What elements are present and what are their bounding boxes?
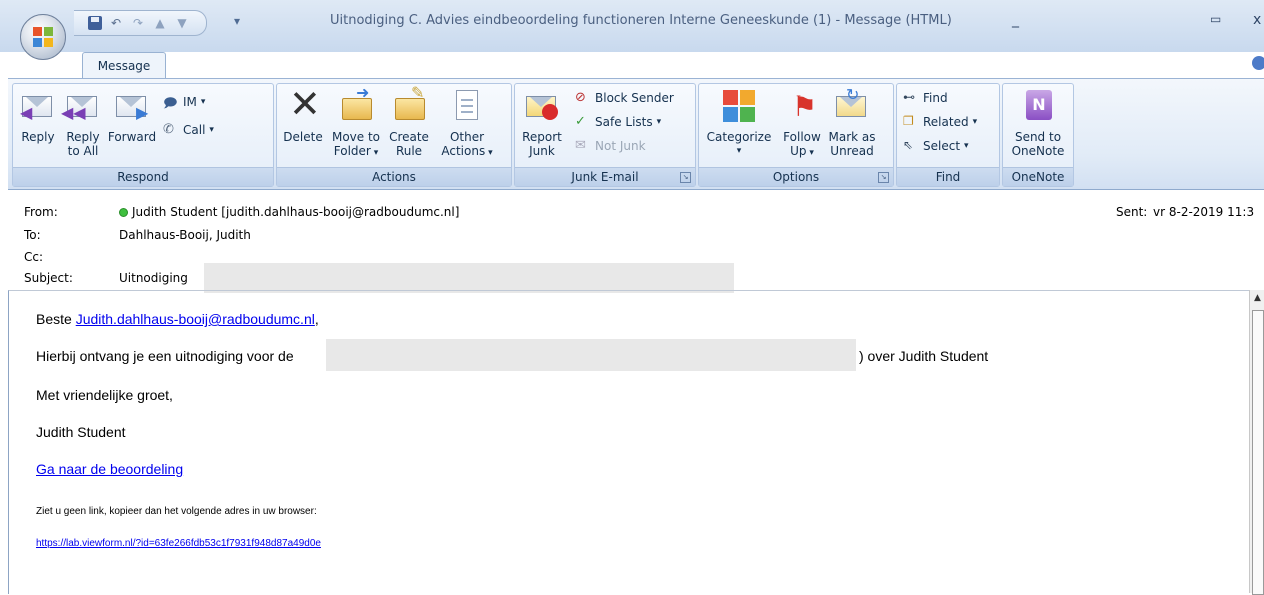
cc-label: Cc: [24,250,44,264]
subject-label: Subject: [24,271,73,285]
save-icon[interactable] [88,16,102,30]
reply-button[interactable]: ◀ Reply [17,90,59,144]
not-junk-icon: ✉ [575,138,586,153]
follow-up-button[interactable]: ⚑ Follow Up ▾ [779,90,825,160]
block-sender-icon: ⊘ [575,90,586,105]
forward-button[interactable]: ▶ Forward [107,90,157,144]
invitation-line-start: Hierbij ontvang je een uitnodiging voor … [36,348,294,364]
flag-icon: ⚑ [792,90,818,123]
report-junk-button[interactable]: Report Junk [519,90,565,158]
group-onenote: N Send to OneNote OneNote [1002,83,1074,187]
to-label: To: [24,228,41,242]
customize-qat-icon[interactable]: ▾ [234,14,240,28]
select-button[interactable]: ⇖ Select ▾ [903,138,969,154]
binoculars-icon: ⊷ [903,90,915,104]
group-respond: ◀ Reply ◀◀ Reply to All ▶ Forward 🗩 IM ▾ … [12,83,274,187]
sent-label: Sent: [1116,205,1148,219]
undo-icon[interactable]: ↶ [108,16,124,30]
group-label-find: Find [897,167,999,186]
redacted-block [326,339,856,371]
group-find: ⊷ Find ❐ Related ▾ ⇖ Select ▾ Find [896,83,1000,187]
redacted-block [204,263,734,293]
message-header: From: Judith Student [judith.dahlhaus-bo… [8,195,1264,293]
greeting-line: Beste Judith.dahlhaus-booij@radboudumc.n… [36,311,319,327]
from-label: From: [24,205,58,219]
im-button[interactable]: 🗩 IM ▾ [163,94,205,111]
block-sender-button[interactable]: ⊘ Block Sender [575,90,674,106]
vertical-scrollbar[interactable]: ▲ [1249,290,1264,595]
categorize-icon [723,90,755,122]
cursor-icon: ⇖ [903,138,914,152]
reply-all-icon: ◀◀ [61,90,99,122]
reply-all-button[interactable]: ◀◀ Reply to All [61,90,105,158]
signature-line: Judith Student [36,424,126,440]
group-label-onenote: OneNote [1003,167,1073,186]
url-link[interactable]: https://lab.viewform.nl/?id=63fe266fdb53… [36,538,321,549]
group-junk-email: Report Junk ⊘ Block Sender ✓ Safe Lists ▾… [514,83,696,187]
create-rule-button[interactable]: ✎ Create Rule [387,85,431,159]
scrollbar-thumb[interactable] [1252,310,1264,595]
previous-item-icon[interactable]: ▲ [152,16,168,30]
email-link[interactable]: Judith.dahlhaus-booij@radboudumc.nl [76,311,315,327]
group-label-options: Options [699,167,893,186]
reply-icon: ◀ [20,90,54,122]
group-label-actions: Actions [277,167,511,186]
chat-bubble-icon: 🗩 [163,96,178,111]
quick-access-toolbar: ↶ ↷ ▲ ▼ [74,10,207,36]
from-value[interactable]: Judith Student [judith.dahlhaus-booij@ra… [119,205,459,219]
folder-move-icon: ➜ [340,85,372,122]
find-button[interactable]: ⊷ Find [903,90,948,106]
group-label-respond: Respond [13,167,273,186]
maximize-button[interactable]: ▭ [1210,12,1221,26]
tab-message[interactable]: Message [82,52,166,79]
report-junk-icon [526,90,558,122]
related-button[interactable]: ❐ Related ▾ [903,114,977,130]
delete-button[interactable]: ✕ Delete [281,82,325,144]
onenote-icon: N [1022,90,1054,122]
next-item-icon[interactable]: ▼ [174,16,190,30]
group-label-junk-email: Junk E-mail [515,167,695,186]
safe-lists-icon: ✓ [575,114,586,129]
delete-x-icon: ✕ [289,82,321,126]
send-to-onenote-button[interactable]: N Send to OneNote [1007,90,1069,158]
minimize-button[interactable]: _ [1012,12,1019,28]
move-to-folder-button[interactable]: ➜ Move to Folder ▾ [327,85,385,160]
categorize-button[interactable]: Categorize ▾ [703,90,775,158]
window-title: Uitnodiging C. Advies eindbeoordeling fu… [330,13,952,28]
related-icon: ❐ [903,114,914,128]
hint-line: Ziet u geen link, kopieer dan het volgen… [36,506,317,517]
page-actions-icon [451,90,483,122]
presence-icon [119,208,128,217]
other-actions-button[interactable]: Other Actions ▾ [437,90,497,160]
ribbon: ◀ Reply ◀◀ Reply to All ▶ Forward 🗩 IM ▾ … [8,78,1264,190]
scroll-up-icon[interactable]: ▲ [1250,290,1264,307]
junk-dialog-launcher-icon[interactable]: ↘ [680,172,691,183]
phone-icon: ✆ [163,122,174,137]
sent-value: vr 8-2-2019 11:3 [1153,205,1255,219]
forward-icon: ▶ [116,90,148,122]
group-options: Categorize ▾ ⚑ Follow Up ▾ ↻ Mark as Unr… [698,83,894,187]
close-button[interactable]: x [1253,12,1261,28]
mark-as-unread-button[interactable]: ↻ Mark as Unread [827,87,877,159]
redo-icon[interactable]: ↷ [130,16,146,30]
call-button[interactable]: ✆ Call ▾ [163,122,214,138]
safe-lists-button[interactable]: ✓ Safe Lists ▾ [575,114,661,130]
help-icon[interactable] [1252,56,1264,70]
mark-unread-icon: ↻ [836,87,868,122]
to-value[interactable]: Dahlhaus-Booij, Judith [119,228,251,242]
group-actions: ✕ Delete ➜ Move to Folder ▾ ✎ Create Rul… [276,83,512,187]
not-junk-button[interactable]: ✉ Not Junk [575,138,646,154]
assessment-link[interactable]: Ga naar de beoordeling [36,461,183,477]
options-dialog-launcher-icon[interactable]: ↘ [878,172,889,183]
office-button[interactable] [20,14,66,60]
subject-value: Uitnodiging [119,271,188,285]
invitation-line-end: ) over Judith Student [859,348,989,364]
rule-wand-icon: ✎ [393,85,425,122]
closing-line: Met vriendelijke groet, [36,387,173,403]
office-logo-icon [33,27,53,47]
